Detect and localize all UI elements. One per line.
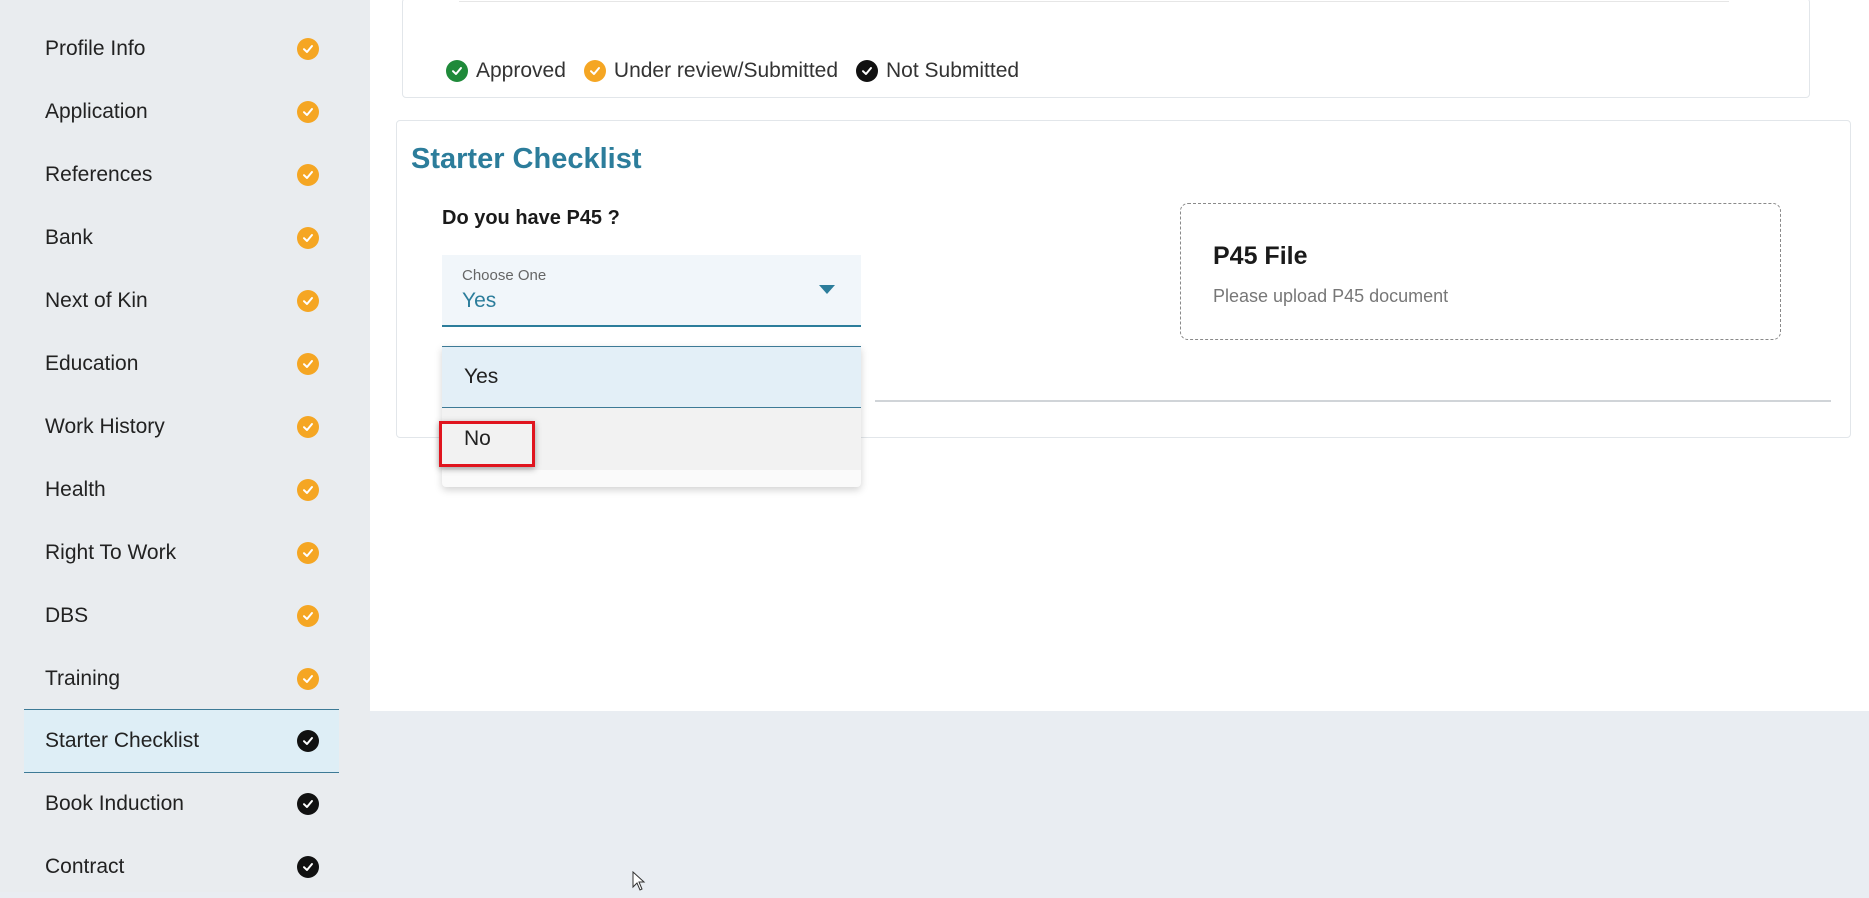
under-review-check-icon <box>297 416 319 438</box>
select-label: Choose One <box>462 267 547 284</box>
sidebar: Profile Info Application References Bank… <box>0 0 370 892</box>
section-title: Starter Checklist <box>411 143 642 175</box>
sidebar-item-label: Profile Info <box>45 37 146 60</box>
p45-select-options: Yes No <box>442 346 861 487</box>
under-review-check-icon <box>297 164 319 186</box>
sidebar-item-label: Application <box>45 100 148 123</box>
under-review-check-icon <box>583 60 606 82</box>
sidebar-item-label: References <box>45 163 153 186</box>
sidebar-item-health[interactable]: Health <box>24 459 339 521</box>
legend-not-submitted-label: Not Submitted <box>886 59 1020 82</box>
upload-subtitle: Please upload P45 document <box>1213 286 1449 306</box>
sidebar-item-work-history[interactable]: Work History <box>24 396 339 458</box>
under-review-check-icon <box>297 353 319 375</box>
sidebar-item-label: Contract <box>45 855 125 878</box>
legend-under-review: Under review/Submitted <box>583 59 839 83</box>
upload-title: P45 File <box>1213 242 1308 270</box>
sidebar-item-label: DBS <box>45 604 89 627</box>
under-review-check-icon <box>297 542 319 564</box>
not-submitted-check-icon <box>297 856 319 878</box>
not-submitted-check-icon <box>297 793 319 815</box>
sidebar-item-training[interactable]: Training <box>24 648 339 710</box>
p45-upload-area[interactable]: P45 File Please upload P45 document <box>1180 203 1781 340</box>
sidebar-item-education[interactable]: Education <box>24 333 339 395</box>
legend-approved-label: Approved <box>476 59 566 82</box>
approved-check-icon <box>446 60 468 82</box>
sidebar-item-label: Book Induction <box>45 792 184 815</box>
sidebar-item-label: Bank <box>45 226 93 249</box>
sidebar-item-book-induction[interactable]: Book Induction <box>24 773 339 835</box>
sidebar-item-contract[interactable]: Contract <box>24 836 339 898</box>
legend-approved: Approved <box>446 59 566 83</box>
legend-divider <box>459 1 1729 2</box>
sidebar-item-label: Health <box>45 478 106 501</box>
under-review-check-icon <box>297 668 319 690</box>
mouse-cursor-icon <box>632 871 646 891</box>
sidebar-item-label: Training <box>45 667 121 690</box>
sidebar-item-bank[interactable]: Bank <box>24 207 339 269</box>
under-review-check-icon <box>297 479 319 501</box>
sidebar-item-starter-checklist[interactable]: Starter Checklist <box>24 709 339 773</box>
p45-select[interactable]: Choose One Yes <box>442 255 861 327</box>
status-legend: Approved Under review/Submitted Not Subm… <box>446 59 1019 83</box>
sidebar-item-right-to-work[interactable]: Right To Work <box>24 522 339 584</box>
sidebar-item-application[interactable]: Application <box>24 81 339 143</box>
sidebar-item-label: Education <box>45 352 139 375</box>
option-yes[interactable]: Yes <box>442 346 861 408</box>
legend-under-review-label: Under review/Submitted <box>613 59 839 82</box>
sidebar-item-next-of-kin[interactable]: Next of Kin <box>24 270 339 332</box>
select-value: Yes <box>462 289 497 312</box>
section-divider <box>875 400 1831 402</box>
sidebar-item-label: Starter Checklist <box>45 729 200 752</box>
not-submitted-check-icon <box>856 60 879 82</box>
sidebar-item-references[interactable]: References <box>24 144 339 206</box>
status-legend-card: Approved Under review/Submitted Not Subm… <box>402 0 1810 98</box>
under-review-check-icon <box>297 38 319 60</box>
sidebar-item-dbs[interactable]: DBS <box>24 585 339 647</box>
legend-not-submitted: Not Submitted <box>856 59 1019 83</box>
sidebar-item-label: Right To Work <box>45 541 177 564</box>
under-review-check-icon <box>297 605 319 627</box>
option-no[interactable]: No <box>442 408 861 470</box>
under-review-check-icon <box>297 290 319 312</box>
sidebar-item-profile-info[interactable]: Profile Info <box>24 18 339 80</box>
not-submitted-check-icon <box>297 730 319 752</box>
under-review-check-icon <box>297 101 319 123</box>
p45-question: Do you have P45 ? <box>442 207 620 229</box>
sidebar-item-label: Work History <box>45 415 165 438</box>
under-review-check-icon <box>297 227 319 249</box>
sidebar-item-label: Next of Kin <box>45 289 148 312</box>
caret-down-icon[interactable] <box>819 285 835 294</box>
